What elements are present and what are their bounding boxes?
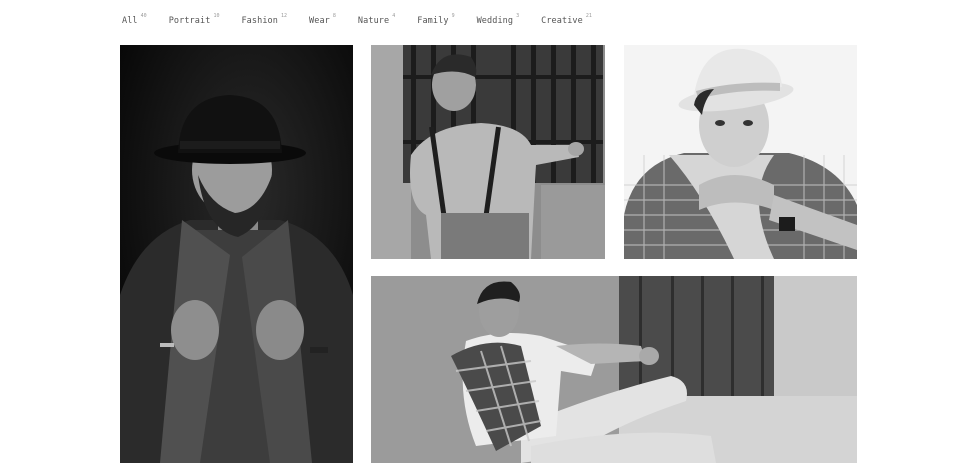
portfolio-filter-bar: All 40 Portrait 10 Fashion 12 Wear 8 Nat… [122,10,614,30]
filter-count: 12 [281,13,288,19]
filter-count: 40 [140,13,147,19]
filter-label: Family [417,16,449,26]
filter-family[interactable]: Family 9 [417,10,454,32]
portfolio-photo-suspenders-man[interactable] [371,45,605,259]
photo-illustration [371,276,857,463]
portfolio-photo-bowler-hat-man[interactable] [120,45,353,463]
photo-illustration [120,45,353,463]
filter-label: Wedding [476,16,514,26]
filter-fashion[interactable]: Fashion 12 [241,10,287,32]
portfolio-photo-fedora-man[interactable] [624,45,857,259]
filter-label: Fashion [241,16,278,26]
filter-count: 4 [392,13,396,19]
filter-wedding[interactable]: Wedding 3 [477,10,520,32]
filter-count: 8 [332,13,336,19]
filter-nature[interactable]: Nature 4 [358,10,395,32]
filter-all[interactable]: All 40 [122,10,147,32]
filter-count: 21 [585,13,592,19]
filter-label: All [122,16,138,26]
filter-count: 9 [451,13,455,19]
filter-label: Wear [309,16,330,26]
photo-illustration [371,45,605,259]
portfolio-photo-seated-man[interactable] [371,276,857,463]
filter-label: Creative [541,16,583,26]
filter-portrait[interactable]: Portrait 10 [169,10,220,32]
filter-count: 3 [516,13,520,19]
filter-creative[interactable]: Creative 21 [541,10,592,32]
filter-count: 10 [213,13,220,19]
filter-wear[interactable]: Wear 8 [309,10,336,32]
filter-label: Nature [357,16,390,26]
photo-illustration [624,45,857,259]
filter-label: Portrait [168,16,211,26]
